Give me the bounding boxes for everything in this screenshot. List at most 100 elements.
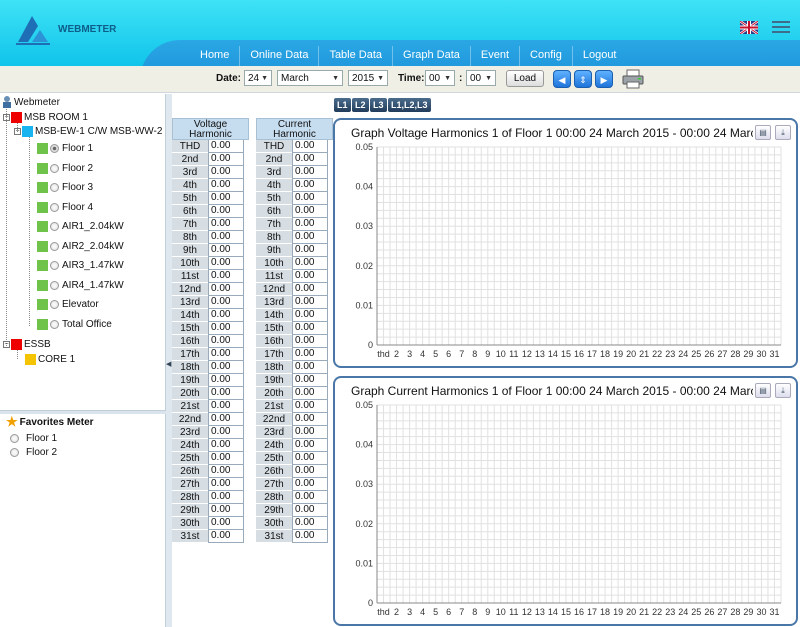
harmonic-order-label: 5th xyxy=(172,192,208,205)
harmonic-order-label: 31st xyxy=(172,530,208,543)
meter-radio[interactable] xyxy=(50,299,59,309)
y-tick-label: 0 xyxy=(368,598,373,608)
tree-meter-item[interactable]: Floor 3 xyxy=(37,179,93,195)
voltage-value: 0.00 xyxy=(208,296,244,309)
tree-meter-item[interactable]: AIR3_1.47kW xyxy=(37,257,124,273)
current-row: 31st 0.00 xyxy=(256,530,333,543)
year-select[interactable]: 2015 ▼ xyxy=(348,70,388,86)
hour-select[interactable]: 00 ▼ xyxy=(425,70,455,86)
x-tick-label: 9 xyxy=(485,607,490,617)
tree-meter-item[interactable]: AIR1_2.04kW xyxy=(37,218,124,234)
x-tick-label: 23 xyxy=(665,607,675,617)
voltage-row: 8th 0.00 xyxy=(172,231,249,244)
tree-meter-item[interactable]: Elevator xyxy=(37,296,99,312)
arrow-left-icon[interactable]: ◀ xyxy=(553,70,571,88)
meter-radio[interactable] xyxy=(50,260,59,270)
favorite-radio[interactable] xyxy=(10,433,19,443)
current-value: 0.00 xyxy=(292,517,328,530)
tree-meter-item[interactable]: AIR4_1.47kW xyxy=(37,277,124,293)
line-l1-button[interactable]: L1 xyxy=(334,98,351,112)
tree-meter-item[interactable]: Floor 4 xyxy=(37,199,93,215)
harmonic-order-label: 22nd xyxy=(256,413,292,426)
uk-flag-icon[interactable] xyxy=(740,21,758,34)
nav-config[interactable]: Config xyxy=(520,46,573,66)
collapse-icon[interactable]: − xyxy=(14,127,21,135)
tree-meter-item[interactable]: Floor 1 xyxy=(37,140,93,156)
current-chart-plot: 00.010.020.030.040.05thd 2 3 4 5 6 7 8 9 10 11 12 13… xyxy=(355,400,782,617)
voltage-value: 0.00 xyxy=(208,530,244,543)
x-tick-label: 11 xyxy=(509,349,518,359)
meter-radio[interactable] xyxy=(50,182,59,192)
hour-value: 00 xyxy=(429,72,441,84)
voltage-row: 5th 0.00 xyxy=(172,192,249,205)
x-tick-label: 22 xyxy=(652,349,662,359)
current-value: 0.00 xyxy=(292,413,328,426)
current-row: 4th 0.00 xyxy=(256,179,333,192)
harmonic-order-label: 24th xyxy=(256,439,292,452)
harmonic-order-label: 25th xyxy=(172,452,208,465)
month-select[interactable]: March ▼ xyxy=(277,70,343,86)
y-tick-label: 0.01 xyxy=(355,558,373,568)
current-row: 26th 0.00 xyxy=(256,465,333,478)
favorite-item[interactable]: Floor 2 xyxy=(10,444,57,460)
tree-meter-item[interactable]: AIR2_2.04kW xyxy=(37,238,124,254)
nav-online-data[interactable]: Online Data xyxy=(240,46,320,66)
x-tick-label: 15 xyxy=(561,349,571,359)
tree-meter-item[interactable]: Floor 2 xyxy=(37,160,93,176)
nav-logout[interactable]: Logout xyxy=(573,46,627,66)
line-all-button[interactable]: L1,L2,L3 xyxy=(388,98,431,112)
y-tick-label: 0.01 xyxy=(355,300,373,310)
meter-radio[interactable] xyxy=(50,280,59,290)
current-row: 7th 0.00 xyxy=(256,218,333,231)
tree-group-essb[interactable]: − ESSB xyxy=(3,336,51,352)
meter-radio[interactable] xyxy=(50,221,59,231)
tree-meter-item[interactable]: Total Office xyxy=(37,316,112,332)
current-value: 0.00 xyxy=(292,192,328,205)
current-row: 19th 0.00 xyxy=(256,374,333,387)
voltage-value: 0.00 xyxy=(208,244,244,257)
favorite-radio[interactable] xyxy=(10,447,19,457)
time-label: Time: xyxy=(398,73,425,84)
voltage-row: 10th 0.00 xyxy=(172,257,249,270)
line-l2-button[interactable]: L2 xyxy=(352,98,369,112)
meter-color-icon xyxy=(37,279,48,291)
arrow-updown-icon[interactable]: ⇕ xyxy=(574,70,592,88)
nav-event[interactable]: Event xyxy=(471,46,521,66)
printer-icon[interactable] xyxy=(622,69,644,89)
collapse-icon[interactable]: − xyxy=(3,340,10,348)
meter-radio[interactable] xyxy=(50,163,59,173)
voltage-value: 0.00 xyxy=(208,387,244,400)
meter-radio[interactable] xyxy=(50,319,59,329)
meter-radio[interactable] xyxy=(50,241,59,251)
collapse-icon[interactable]: − xyxy=(3,113,10,121)
meter-radio[interactable] xyxy=(50,202,59,212)
x-tick-label: 30 xyxy=(756,349,766,359)
load-button[interactable]: Load xyxy=(506,70,544,87)
line-l3-button[interactable]: L3 xyxy=(370,98,387,112)
nav-home[interactable]: Home xyxy=(190,46,241,66)
hamburger-menu-icon[interactable] xyxy=(772,21,790,35)
group-color-icon xyxy=(11,111,22,123)
nav-graph-data[interactable]: Graph Data xyxy=(393,46,471,66)
voltage-value: 0.00 xyxy=(208,452,244,465)
current-row: 14th 0.00 xyxy=(256,309,333,322)
harmonic-order-label: 10th xyxy=(256,257,292,270)
x-tick-label: 21 xyxy=(639,607,649,617)
day-select[interactable]: 24 ▼ xyxy=(244,70,272,86)
x-tick-label: 19 xyxy=(613,349,623,359)
arrow-right-icon[interactable]: ▶ xyxy=(595,70,613,88)
minute-select[interactable]: 00 ▼ xyxy=(466,70,496,86)
tree-subgroup-msb-ew-1[interactable]: − MSB-EW-1 C/W MSB-WW-2 xyxy=(14,123,162,139)
x-tick-label: 16 xyxy=(574,607,584,617)
voltage-value: 0.00 xyxy=(208,179,244,192)
tree-root[interactable]: Webmeter xyxy=(2,94,60,110)
x-tick-label: 3 xyxy=(407,607,412,617)
x-tick-label: 17 xyxy=(587,607,597,617)
tree-subgroup-core-1[interactable]: CORE 1 xyxy=(25,351,75,367)
chevron-down-icon: ▼ xyxy=(444,74,451,82)
meter-radio[interactable] xyxy=(50,143,59,153)
minute-value: 00 xyxy=(470,72,482,84)
nav-table-data[interactable]: Table Data xyxy=(319,46,394,66)
harmonic-order-label: 17th xyxy=(256,348,292,361)
harmonic-order-label: 13rd xyxy=(172,296,208,309)
